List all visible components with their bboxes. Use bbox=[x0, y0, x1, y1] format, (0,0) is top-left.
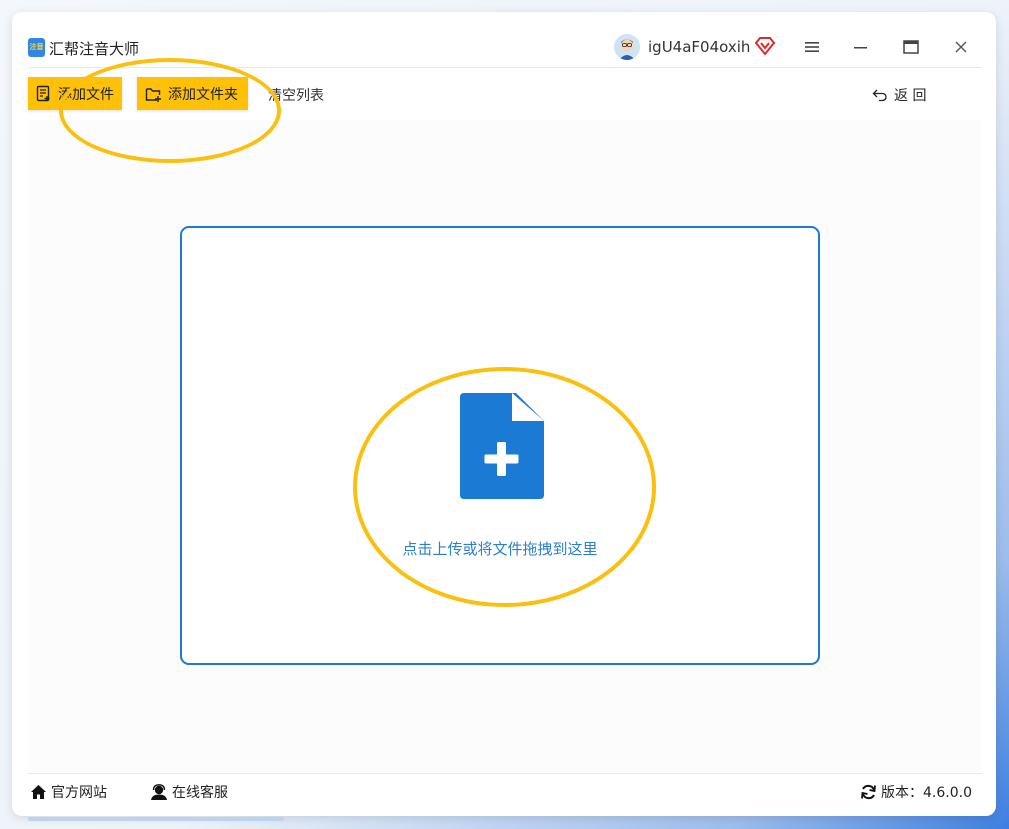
clear-list-button[interactable]: 清空列表 bbox=[268, 85, 324, 105]
add-file-icon bbox=[36, 85, 50, 102]
back-label: 返 回 bbox=[894, 88, 927, 104]
refresh-icon bbox=[861, 784, 876, 800]
back-button[interactable]: 返 回 bbox=[872, 85, 926, 105]
home-icon bbox=[31, 785, 46, 799]
official-website-link[interactable]: 官方网站 bbox=[30, 782, 107, 802]
hamburger-icon bbox=[805, 42, 819, 52]
version-info[interactable]: 版本：4.6.0.0 bbox=[860, 782, 972, 802]
version-label: 版本：4.6.0.0 bbox=[881, 785, 972, 801]
file-drop-zone[interactable]: 点击上传或将文件拖拽到这里 bbox=[180, 226, 820, 665]
minimize-icon bbox=[854, 47, 867, 49]
user-avatar[interactable] bbox=[614, 34, 640, 60]
online-support-link[interactable]: 在线客服 bbox=[150, 782, 228, 802]
username[interactable]: igU4aF04oxih bbox=[648, 38, 750, 56]
maximize-button[interactable] bbox=[899, 36, 923, 58]
footer-divider bbox=[28, 773, 982, 774]
app-window: 注音 汇帮注音大师 igU4aF04oxih 添加文件 添加文件夹 清空列表 返… bbox=[12, 12, 996, 816]
add-file-button[interactable]: 添加文件 bbox=[28, 77, 122, 110]
online-support-label: 在线客服 bbox=[172, 785, 228, 801]
close-button[interactable] bbox=[949, 36, 973, 58]
back-arrow-icon bbox=[872, 89, 887, 102]
add-folder-button[interactable]: 添加文件夹 bbox=[137, 77, 248, 110]
file-add-icon bbox=[460, 393, 544, 499]
menu-button[interactable] bbox=[800, 36, 824, 58]
title-bar: 注音 汇帮注音大师 igU4aF04oxih bbox=[12, 12, 996, 68]
app-logo-icon: 注音 bbox=[28, 38, 45, 57]
vip-diamond-icon[interactable] bbox=[754, 37, 776, 56]
customer-service-icon bbox=[151, 784, 167, 800]
close-icon bbox=[955, 41, 967, 53]
add-folder-label: 添加文件夹 bbox=[168, 86, 238, 103]
add-folder-icon bbox=[145, 87, 161, 102]
drop-zone-text: 点击上传或将文件拖拽到这里 bbox=[402, 540, 598, 558]
official-website-label: 官方网站 bbox=[51, 785, 107, 801]
maximize-icon bbox=[903, 40, 919, 54]
horizontal-scrollbar[interactable] bbox=[28, 817, 284, 821]
title-divider bbox=[28, 67, 982, 68]
minimize-button[interactable] bbox=[849, 36, 873, 58]
add-file-label: 添加文件 bbox=[58, 86, 114, 103]
app-title: 汇帮注音大师 bbox=[49, 40, 140, 58]
